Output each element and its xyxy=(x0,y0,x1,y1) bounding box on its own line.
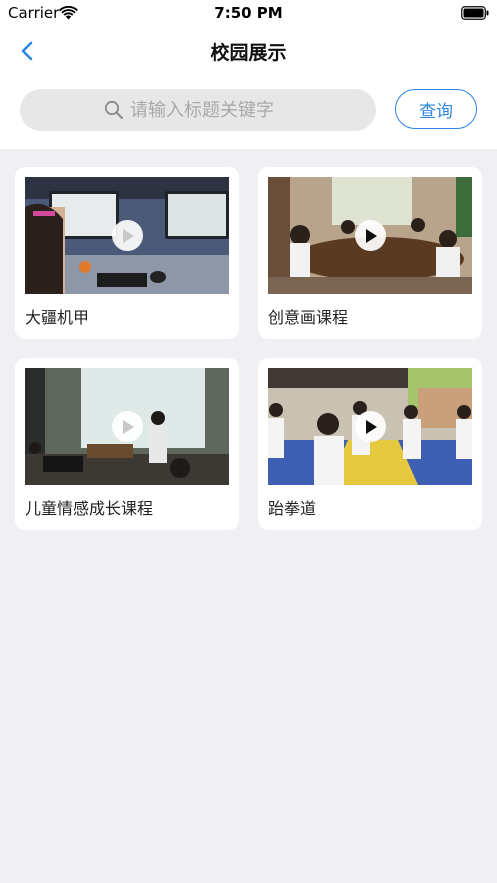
video-card-3[interactable]: 儿童情感成长课程 xyxy=(15,358,239,530)
video-thumbnail[interactable] xyxy=(25,368,229,485)
status-bar: Carrier 7:50 PM xyxy=(0,0,497,26)
video-title: 大疆机甲 xyxy=(25,308,90,327)
navigation-bar: 校园展示 xyxy=(0,26,497,76)
video-title: 儿童情感成长课程 xyxy=(25,499,154,518)
header-area: Carrier 7:50 PM 校园展示 请输入标题关键字 查询 xyxy=(0,0,497,149)
video-thumbnail[interactable] xyxy=(268,368,472,485)
play-icon[interactable] xyxy=(112,220,143,251)
status-time: 7:50 PM xyxy=(214,4,283,22)
query-button[interactable]: 查询 xyxy=(395,89,477,129)
play-icon[interactable] xyxy=(355,411,386,442)
video-card-4[interactable]: 跆拳道 xyxy=(258,358,482,530)
battery-icon xyxy=(461,5,489,20)
play-icon[interactable] xyxy=(112,411,143,442)
video-title: 跆拳道 xyxy=(268,499,317,518)
search-input[interactable] xyxy=(128,98,292,122)
video-thumbnail[interactable] xyxy=(268,177,472,294)
search-icon xyxy=(104,100,123,119)
video-card-2[interactable]: 创意画课程 xyxy=(258,167,482,339)
play-icon[interactable] xyxy=(355,220,386,251)
page-title: 校园展示 xyxy=(210,42,287,64)
video-card-1[interactable]: 大疆机甲 xyxy=(15,167,239,339)
search-box[interactable] xyxy=(20,89,376,131)
video-thumbnail[interactable] xyxy=(25,177,229,294)
video-title: 创意画课程 xyxy=(268,308,349,327)
